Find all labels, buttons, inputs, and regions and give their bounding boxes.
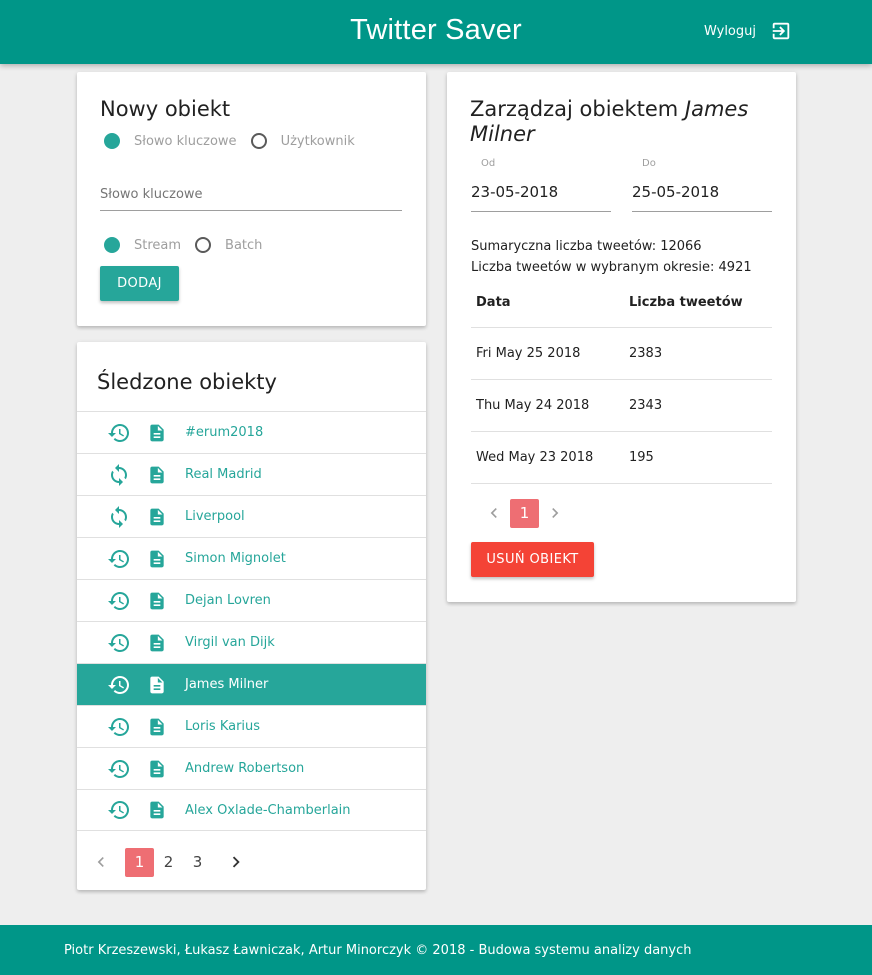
table-cell-count: 2343 (629, 398, 663, 413)
tracked-objects-list: #erum2018 Real Madrid Liverpool Simon Migno… (77, 411, 426, 831)
keyword-input[interactable] (100, 178, 402, 211)
tracked-item[interactable]: Liverpool (77, 495, 426, 537)
total-tweets-text: Sumaryczna liczba tweetów: 12066 (471, 239, 702, 254)
tracked-item[interactable]: Dejan Lovren (77, 579, 426, 621)
tracked-item[interactable]: Andrew Robertson (77, 747, 426, 789)
batch-radio-label[interactable]: Batch (225, 238, 262, 253)
history-icon[interactable] (107, 547, 131, 571)
new-object-card: Nowy obiekt Słowo kluczowe Użytkownik St… (77, 72, 426, 326)
table-cell-count: 2383 (629, 346, 663, 361)
page-3-button[interactable]: 3 (183, 848, 212, 877)
logout-button[interactable]: Wyloguj (704, 20, 792, 42)
tracked-item-label[interactable]: #erum2018 (185, 425, 263, 440)
tracked-item-label[interactable]: Liverpool (185, 509, 245, 524)
mode-radio-group: Stream Batch (104, 237, 276, 253)
date-to-input[interactable]: 25-05-2018 (632, 179, 772, 212)
document-icon[interactable] (147, 548, 167, 570)
next-page-icon[interactable] (543, 498, 567, 528)
add-button[interactable]: DODAJ (100, 266, 179, 301)
document-icon[interactable] (147, 464, 167, 486)
page-1-button[interactable]: 1 (510, 498, 539, 528)
stream-radio[interactable] (104, 237, 120, 253)
history-icon[interactable] (107, 631, 131, 655)
table-header: Data Liczba tweetów (471, 278, 772, 328)
tracked-item-label[interactable]: Loris Karius (185, 719, 260, 734)
column-header-count: Liczba tweetów (629, 295, 743, 310)
tracked-item[interactable]: Real Madrid (77, 453, 426, 495)
date-to-label: Do (642, 158, 656, 169)
table-row: Wed May 23 2018 195 (471, 432, 772, 484)
tracked-item[interactable]: Simon Mignolet (77, 537, 426, 579)
history-icon[interactable] (107, 673, 131, 697)
table-pagination: 1 (482, 498, 567, 528)
history-icon[interactable] (107, 798, 131, 822)
tracked-item[interactable]: Virgil van Dijk (77, 621, 426, 663)
manage-object-title: Zarządzaj obiektem James Milner (470, 97, 780, 147)
tracked-item-label[interactable]: Simon Mignolet (185, 551, 286, 566)
sync-icon[interactable] (107, 463, 131, 487)
tracked-item-label[interactable]: Dejan Lovren (185, 593, 271, 608)
column-header-date: Data (476, 295, 511, 310)
next-page-icon[interactable] (224, 847, 248, 877)
keyword-radio-label[interactable]: Słowo kluczowe (134, 134, 237, 149)
tracked-item[interactable]: #erum2018 (77, 411, 426, 453)
manage-title-prefix: Zarządzaj obiektem (470, 97, 685, 121)
footer: Piotr Krzeszewski, Łukasz Ławniczak, Art… (0, 925, 872, 975)
user-radio-label[interactable]: Użytkownik (281, 134, 355, 149)
keyword-radio[interactable] (104, 133, 120, 149)
document-icon[interactable] (147, 799, 167, 821)
tracked-objects-title: Śledzone obiekty (97, 370, 277, 394)
tracked-item-label[interactable]: Real Madrid (185, 467, 262, 482)
tracked-item-label[interactable]: Alex Oxlade-Chamberlain (185, 803, 351, 818)
batch-radio[interactable] (195, 237, 212, 253)
history-icon[interactable] (107, 421, 131, 445)
document-icon[interactable] (147, 506, 167, 528)
new-object-title: Nowy obiekt (100, 97, 231, 121)
tracked-objects-card: Śledzone obiekty #erum2018 Real Madrid Liv… (77, 342, 426, 890)
footer-text: Piotr Krzeszewski, Łukasz Ławniczak, Art… (64, 943, 692, 958)
prev-page-icon[interactable] (89, 847, 113, 877)
history-icon[interactable] (107, 589, 131, 613)
sync-icon[interactable] (107, 505, 131, 529)
table-cell-date: Fri May 25 2018 (476, 346, 581, 361)
table-row: Thu May 24 2018 2343 (471, 380, 772, 432)
stream-radio-label[interactable]: Stream (134, 238, 181, 253)
prev-page-icon[interactable] (482, 498, 506, 528)
date-from-input[interactable]: 23-05-2018 (471, 179, 611, 212)
tweet-summary: Sumaryczna liczba tweetów: 12066 Liczba … (471, 236, 752, 278)
date-from-label: Od (481, 158, 496, 169)
date-from-field: Od 23-05-2018 (471, 158, 611, 212)
tracked-pagination: 123 (89, 847, 248, 877)
tracked-item[interactable]: Alex Oxlade-Chamberlain (77, 789, 426, 831)
table-row: Fri May 25 2018 2383 (471, 328, 772, 380)
table-cell-date: Wed May 23 2018 (476, 450, 594, 465)
document-icon[interactable] (147, 674, 167, 696)
table-cell-date: Thu May 24 2018 (476, 398, 590, 413)
page-1-button[interactable]: 1 (125, 847, 154, 877)
logout-label[interactable]: Wyloguj (704, 24, 756, 39)
tracked-item-label[interactable]: James Milner (185, 677, 268, 692)
top-navbar: Twitter Saver Wyloguj (0, 0, 872, 64)
tracked-item[interactable]: Loris Karius (77, 705, 426, 747)
object-type-radio-group: Słowo kluczowe Użytkownik (104, 133, 369, 149)
tracked-item-label[interactable]: Andrew Robertson (185, 761, 304, 776)
delete-object-button[interactable]: USUŃ OBIEKT (471, 542, 594, 577)
manage-object-card: Zarządzaj obiektem James Milner Od 23-05… (447, 72, 796, 602)
exit-icon[interactable] (770, 20, 792, 42)
tweets-table: Data Liczba tweetów Fri May 25 2018 2383… (471, 278, 772, 484)
history-icon[interactable] (107, 757, 131, 781)
document-icon[interactable] (147, 590, 167, 612)
document-icon[interactable] (147, 632, 167, 654)
history-icon[interactable] (107, 715, 131, 739)
date-to-field: Do 25-05-2018 (632, 158, 772, 212)
table-cell-count: 195 (629, 450, 654, 465)
document-icon[interactable] (147, 758, 167, 780)
period-tweets-text: Liczba tweetów w wybranym okresie: 4921 (471, 260, 752, 275)
page-2-button[interactable]: 2 (154, 848, 183, 877)
document-icon[interactable] (147, 716, 167, 738)
tracked-item[interactable]: James Milner (77, 663, 426, 705)
user-radio[interactable] (250, 133, 267, 149)
document-icon[interactable] (147, 422, 167, 444)
tracked-item-label[interactable]: Virgil van Dijk (185, 635, 275, 650)
